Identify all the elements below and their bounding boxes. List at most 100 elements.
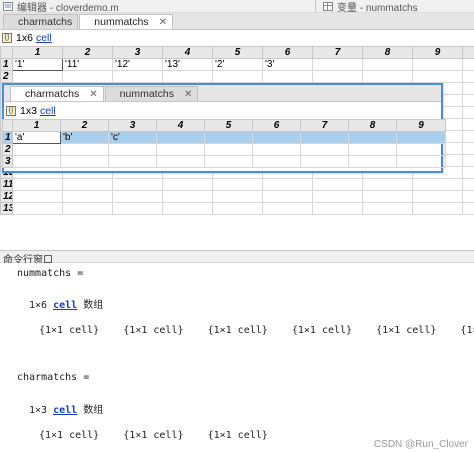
tab-nummatchs[interactable]: nummatchs ✕ [104, 86, 199, 101]
table-cell[interactable] [156, 131, 205, 144]
table-cell[interactable] [412, 58, 463, 71]
table-cell[interactable] [396, 131, 446, 144]
table-cell[interactable] [348, 155, 397, 168]
table-cell[interactable] [412, 70, 463, 83]
table-cell[interactable] [300, 143, 349, 156]
table-cell[interactable] [212, 178, 263, 191]
corner-cell[interactable] [2, 119, 13, 132]
table-cell[interactable]: '11' [62, 58, 113, 71]
column-header[interactable]: 9 [396, 119, 446, 132]
table-cell[interactable] [60, 143, 109, 156]
column-header[interactable]: 4 [156, 119, 205, 132]
column-header[interactable]: 6 [262, 46, 313, 59]
table-cell[interactable] [252, 131, 301, 144]
table-cell[interactable] [362, 190, 413, 203]
table-cell[interactable] [162, 202, 213, 215]
table-cell[interactable]: 'b' [60, 131, 109, 144]
table-cell[interactable]: '2' [212, 58, 263, 71]
table-cell[interactable] [396, 143, 446, 156]
table-cell[interactable] [362, 58, 413, 71]
table-cell[interactable] [462, 130, 474, 143]
table-cell[interactable] [62, 190, 113, 203]
table-cell[interactable] [62, 202, 113, 215]
column-header[interactable]: 2 [62, 46, 113, 59]
table-cell[interactable]: 'a' [12, 131, 61, 144]
table-cell[interactable] [462, 118, 474, 131]
close-icon[interactable]: ✕ [89, 89, 97, 100]
table-cell[interactable] [204, 155, 253, 168]
table-cell[interactable] [12, 143, 61, 156]
table-cell[interactable] [162, 190, 213, 203]
column-header[interactable]: 3 [108, 119, 157, 132]
table-cell[interactable] [312, 178, 363, 191]
row-header[interactable]: 11 [0, 178, 13, 191]
table-cell[interactable]: '3' [262, 58, 313, 71]
table-cell[interactable] [462, 70, 474, 83]
floating-variable-window[interactable]: charmatchs ✕ nummatchs ✕ {} 1x3 cell 1 2… [2, 83, 446, 173]
table-cell[interactable] [156, 143, 205, 156]
command-window[interactable]: nummatchs = 1×6 cell 数组 {1×1 cell} {1×1 … [0, 263, 474, 452]
row-header[interactable]: 3 [2, 155, 13, 168]
table-cell[interactable] [12, 190, 63, 203]
table-cell[interactable] [112, 70, 163, 83]
table-cell[interactable] [462, 58, 474, 71]
table-cell[interactable] [362, 202, 413, 215]
tab-nummatchs[interactable]: nummatchs ✕ [79, 14, 173, 29]
table-cell[interactable] [462, 154, 474, 167]
close-icon[interactable]: ✕ [184, 89, 192, 100]
table-cell[interactable] [262, 190, 313, 203]
table-cell[interactable] [262, 178, 313, 191]
table-cell[interactable] [212, 202, 263, 215]
class-link[interactable]: cell [36, 32, 52, 44]
table-cell[interactable] [212, 70, 263, 83]
table-cell[interactable] [412, 190, 463, 203]
table-cell[interactable] [204, 143, 253, 156]
table-cell[interactable] [462, 106, 474, 119]
table-cell[interactable] [252, 155, 301, 168]
table-cell[interactable]: 'c' [108, 131, 157, 144]
table-cell[interactable] [60, 155, 109, 168]
class-link[interactable]: cell [40, 105, 56, 117]
column-header[interactable]: 7 [300, 119, 349, 132]
table-cell[interactable]: '12' [112, 58, 163, 71]
table-cell[interactable] [312, 70, 363, 83]
table-cell[interactable] [162, 70, 213, 83]
table-cell[interactable] [12, 70, 63, 83]
table-cell[interactable] [212, 190, 263, 203]
table-cell[interactable] [108, 143, 157, 156]
close-icon[interactable]: ✕ [159, 17, 167, 28]
table-cell[interactable] [262, 70, 313, 83]
table-cell[interactable] [156, 155, 205, 168]
column-header[interactable]: 8 [348, 119, 397, 132]
table-cell[interactable] [108, 155, 157, 168]
cell-link[interactable]: cell [53, 405, 77, 416]
cell-link[interactable]: cell [53, 300, 77, 311]
table-cell[interactable] [312, 190, 363, 203]
table-cell[interactable] [362, 70, 413, 83]
table-cell[interactable] [462, 202, 474, 215]
column-header[interactable]: 2 [60, 119, 109, 132]
table-cell[interactable] [162, 178, 213, 191]
table-cell[interactable] [300, 131, 349, 144]
table-cell[interactable] [112, 190, 163, 203]
table-cell[interactable] [348, 131, 397, 144]
row-header[interactable]: 1 [2, 131, 13, 144]
table-cell[interactable] [12, 202, 63, 215]
column-header[interactable]: 8 [362, 46, 413, 59]
table-cell[interactable] [462, 166, 474, 179]
table-cell[interactable] [348, 143, 397, 156]
column-header[interactable]: 9 [412, 46, 463, 59]
column-header[interactable]: 7 [312, 46, 363, 59]
table-cell[interactable] [262, 202, 313, 215]
column-header[interactable]: 5 [204, 119, 253, 132]
column-header[interactable]: 6 [252, 119, 301, 132]
corner-cell[interactable] [0, 46, 13, 59]
table-cell[interactable] [462, 190, 474, 203]
column-header[interactable]: 5 [212, 46, 263, 59]
table-cell[interactable] [12, 178, 63, 191]
column-header[interactable]: 1 [12, 46, 63, 59]
table-cell[interactable] [462, 178, 474, 191]
table-cell[interactable] [112, 178, 163, 191]
table-cell[interactable] [62, 70, 113, 83]
table-cell[interactable] [462, 142, 474, 155]
